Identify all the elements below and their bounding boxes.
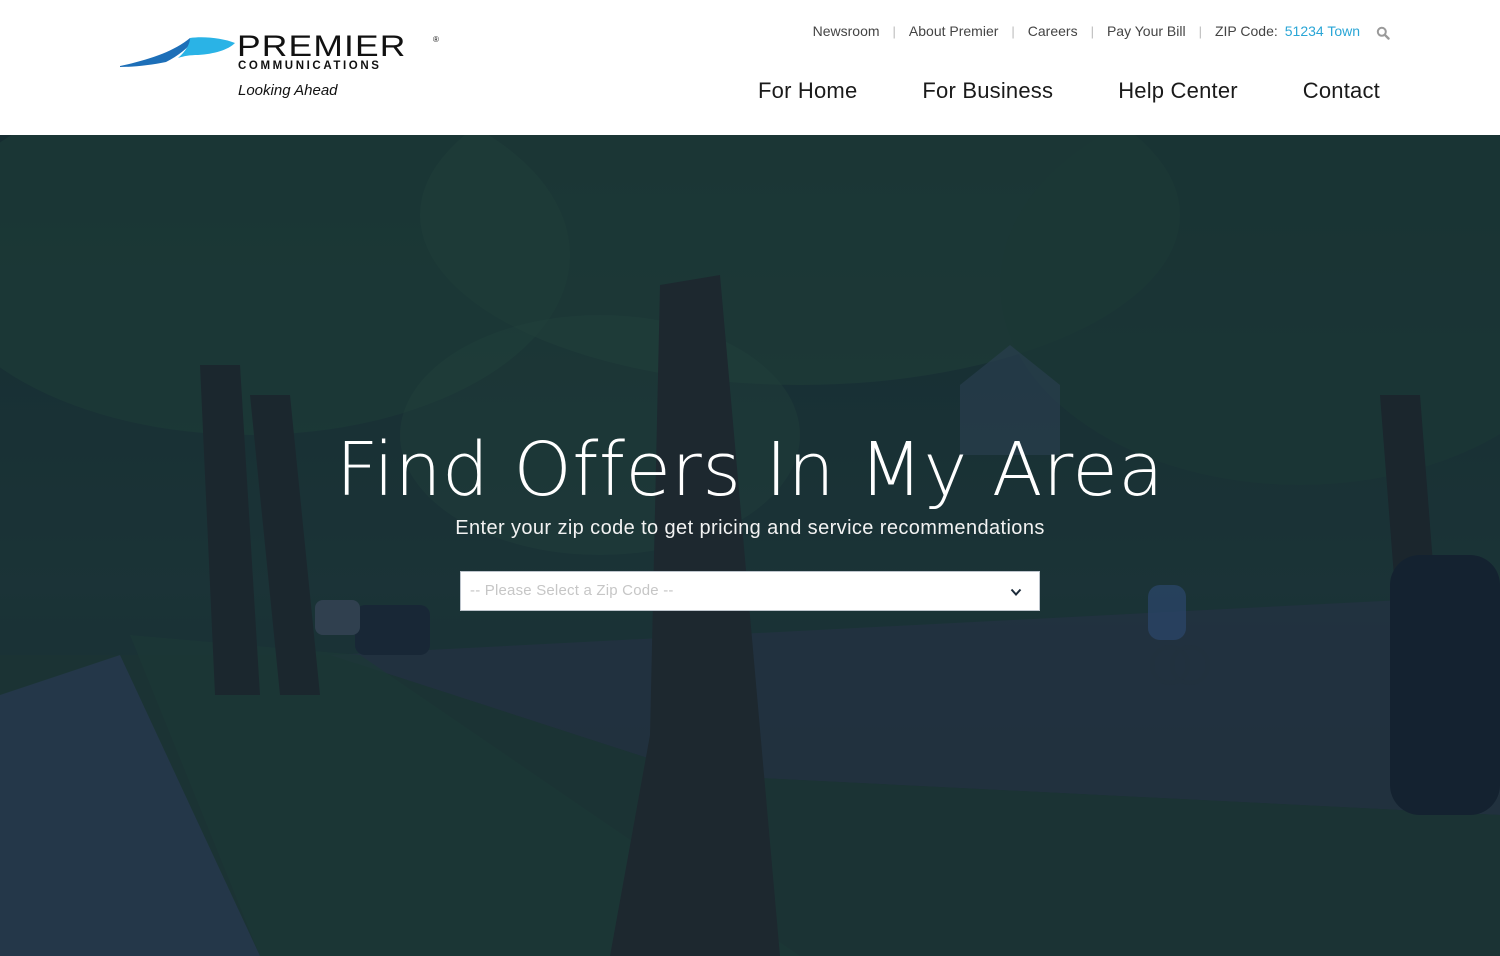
divider: | [1011,23,1015,39]
premier-logo[interactable]: PREMIER ® COMMUNICATIONS Looking Ahead [118,32,448,104]
registered-mark: ® [433,35,439,44]
utility-link-about-premier[interactable]: About Premier [909,23,998,39]
main-nav: For Home For Business Help Center Contac… [758,78,1380,104]
nav-contact[interactable]: Contact [1303,78,1380,104]
divider: | [892,23,896,39]
zip-code-select-placeholder: -- Please Select a Zip Code -- [470,582,674,599]
logo-subtitle: COMMUNICATIONS [238,60,382,72]
hero-subtitle: Enter your zip code to get pricing and s… [455,517,1045,539]
utility-link-careers[interactable]: Careers [1028,23,1078,39]
nav-for-business[interactable]: For Business [922,78,1053,104]
chevron-down-icon [1010,588,1022,596]
zip-code-value-link[interactable]: 51234 Town [1285,23,1360,39]
logo-swoosh-icon [120,37,235,67]
hero-title: Find Offers In My Area [335,427,1165,513]
hero-section: Find Offers In My Area Enter your zip co… [0,135,1500,956]
logo-tagline: Looking Ahead [238,82,338,99]
divider: | [1198,23,1202,39]
hero-dark-overlay [0,135,1500,956]
utility-link-pay-your-bill[interactable]: Pay Your Bill [1107,23,1186,39]
nav-for-home[interactable]: For Home [758,78,857,104]
zip-code-select[interactable]: -- Please Select a Zip Code -- [460,571,1040,611]
divider: | [1090,23,1094,39]
search-icon[interactable] [1376,26,1390,40]
nav-help-center[interactable]: Help Center [1118,78,1238,104]
utility-link-newsroom[interactable]: Newsroom [813,23,880,39]
site-header: PREMIER ® COMMUNICATIONS Looking Ahead N… [0,0,1500,135]
utility-nav: Newsroom | About Premier | Careers | Pay… [813,22,1390,40]
logo-wordmark: PREMIER [237,30,407,63]
zip-code-label: ZIP Code: [1214,23,1278,39]
